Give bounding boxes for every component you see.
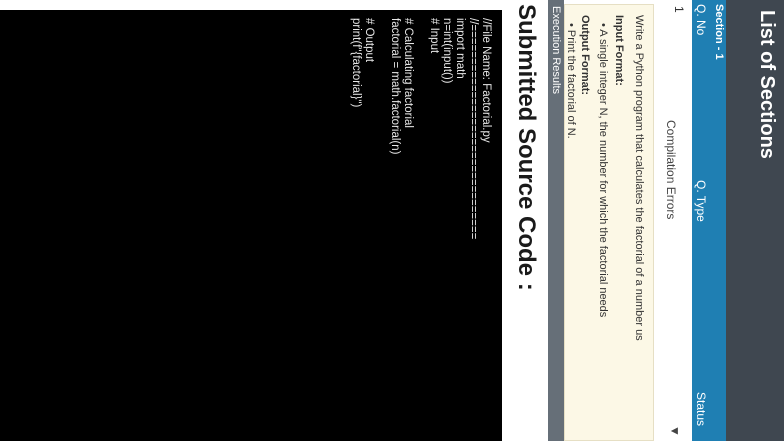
header-bar: List of Sections (726, 0, 784, 441)
column-question-number: Q. No (694, 4, 708, 36)
output-format-text: • Print the factorial of N. (565, 23, 577, 139)
code-line: //File Name: Factorial.py (480, 18, 492, 143)
rotated-page: List of Sections Section - 1 Q. No Q. Ty… (0, 0, 784, 441)
output-format-heading: Output Format: (579, 15, 591, 96)
execution-results-label: Execution Results (550, 6, 562, 95)
question-number: 1 (672, 6, 686, 13)
code-line: # Output (363, 18, 375, 63)
chevron-down-icon[interactable]: ▼ (668, 425, 682, 437)
question-panel: Write a Python program that calculates t… (564, 4, 654, 441)
column-question-type: Q. Type (694, 180, 708, 222)
code-line: factorial = math.factorial(n) (389, 18, 401, 155)
source-code-block: //File Name: Factorial.py //============… (0, 10, 502, 441)
input-format-text: • A single integer N, the number for whi… (597, 23, 609, 318)
question-description: Write a Python program that calculates t… (633, 15, 645, 341)
code-line: print(f"{factorial}") (350, 18, 362, 108)
column-status: Status (694, 392, 708, 427)
table-row[interactable]: 1 Compilation Errors ▼ (654, 0, 692, 441)
code-line: # Calculating factorial (402, 18, 414, 128)
code-line: import math (454, 18, 466, 79)
section-label: Section - 1 (713, 4, 725, 60)
execution-results-tab[interactable]: Execution Results (548, 0, 564, 441)
input-format-heading: Input Format: (613, 15, 625, 86)
status-text: Compilation Errors (664, 120, 678, 220)
section-header[interactable]: Section - 1 (710, 0, 726, 441)
table-header: Q. No Q. Type Status (692, 0, 710, 441)
code-line: n=int(input()) (441, 18, 453, 84)
code-line: # Input (428, 18, 440, 54)
source-code-heading: Submitted Source Code : (513, 4, 540, 291)
page-title: List of Sections (756, 10, 778, 159)
code-line: //================================ (467, 18, 479, 240)
screenshot-frame: List of Sections Section - 1 Q. No Q. Ty… (0, 0, 784, 441)
